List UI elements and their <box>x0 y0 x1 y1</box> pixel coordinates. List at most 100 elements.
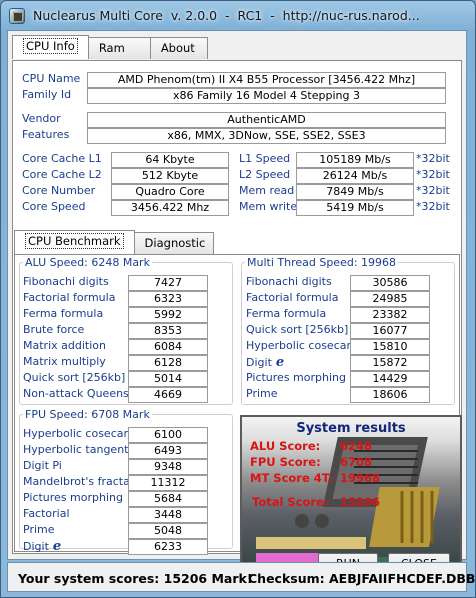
alu-row-label: Quick sort [256kb] <box>23 371 125 384</box>
alu-row-label-text: Factorial formula <box>23 291 116 304</box>
fpu-row-label: Hyperbolic tangent <box>23 443 128 456</box>
features-value: x86, MMX, 3DNow, SSE, SSE2, SSE3 <box>87 128 446 144</box>
l2-speed-label: L2 Speed <box>239 168 291 181</box>
e-constant-icon: e <box>52 539 62 554</box>
fpu-row-label-text: Hyperbolic tangent <box>23 443 129 456</box>
fpu-row-label-text: Factorial <box>23 507 70 520</box>
cpu-name-value: AMD Phenom(tm) II X4 B55 Processor [3456… <box>87 72 446 88</box>
core-cache-l1-value: 64 Kbyte <box>111 152 229 168</box>
core-number-value: Quadro Core <box>111 184 229 200</box>
cpu-name-label: CPU Name <box>22 72 81 85</box>
fpu-row-label: Prime <box>23 523 55 536</box>
fpu-row-label-text: Prime <box>23 523 55 536</box>
mt-row-label: Pictures morphing <box>246 371 346 384</box>
fpu-row-label: Digit e <box>23 539 61 554</box>
tab-ram-info[interactable]: Ram Info <box>87 37 151 75</box>
fpu-row-label: Mandelbrot's fractal <box>23 475 133 488</box>
fpu-row-label: Factorial <box>23 507 70 520</box>
family-id-value: x86 Family 16 Model 4 Stepping 3 <box>87 88 446 104</box>
total-score-value: 15206 <box>340 495 381 509</box>
alu-row-value: 8353 <box>128 323 208 339</box>
fpu-row-label-text: Pictures morphing <box>23 491 123 504</box>
l2-speed-value: 26124 Mb/s <box>296 168 414 184</box>
mt-row-value: 16077 <box>350 323 430 339</box>
alu-row-label: Factorial formula <box>23 291 115 304</box>
fpu-row-value: 9348 <box>128 459 208 475</box>
alu-row-label: Matrix addition <box>23 339 106 352</box>
mem-write-value: 5419 Mb/s <box>296 200 414 216</box>
fpu-row-label-text: Mandelbrot's fractal <box>23 475 133 488</box>
alu-row-label: Brute force <box>23 323 84 336</box>
core-speed-label: Core Speed <box>22 200 86 213</box>
tab-about[interactable]: About <box>149 37 208 59</box>
mem-read-value: 7849 Mb/s <box>296 184 414 200</box>
mt-row-value: 23382 <box>350 307 430 323</box>
mem-write-bit-suffix: *32bit <box>416 200 450 213</box>
title-bar[interactable]: Nuclearus Multi Core v. 2.0.0 - RC1 - ht… <box>1 1 475 31</box>
client-area: CPU Info Ram Info About CPU Name AMD Phe… <box>7 30 467 583</box>
mt-row-value: 18606 <box>350 387 430 403</box>
vendor-label: Vendor <box>22 112 61 125</box>
core-cache-l2-label: Core Cache L2 <box>22 168 102 181</box>
alu-row-label: Ferma formula <box>23 307 103 320</box>
l2-bit-suffix: *32bit <box>416 168 450 181</box>
fpu-row-label: Pictures morphing <box>23 491 123 504</box>
mt-row-label: Quick sort [256kb] <box>246 323 348 336</box>
fpu-score-label: FPU Score: <box>250 455 321 469</box>
bench-tabs: CPU Benchmark Diagnostic <box>14 230 214 254</box>
l1-speed-label: L1 Speed <box>239 152 291 165</box>
fpu-row-value: 5048 <box>128 523 208 539</box>
mt-row-label-text: Quick sort [256kb] <box>246 323 349 336</box>
cpu-app-icon <box>9 8 25 24</box>
mt-score-label: MT Score 4T: <box>250 471 334 485</box>
mt-row-value: 30586 <box>350 275 430 291</box>
tab-cpu-info[interactable]: CPU Info <box>12 35 89 59</box>
e-constant-icon: e <box>275 355 285 370</box>
mt-row-label-text: Fibonachi digits <box>246 275 332 288</box>
alu-row-value: 5992 <box>128 307 208 323</box>
alu-row-label-text: Non-attack Queens <box>23 387 129 400</box>
fpu-row-label: Hyperbolic cosecant <box>23 427 135 440</box>
mt-row-label: Fibonachi digits <box>246 275 332 288</box>
mem-read-label: Mem read <box>239 184 295 197</box>
core-number-label: Core Number <box>22 184 96 197</box>
tab-cpu-benchmark[interactable]: CPU Benchmark <box>14 230 135 254</box>
mem-read-bit-suffix: *32bit <box>416 184 450 197</box>
fpu-row-label-text: Digit Pi <box>23 459 62 472</box>
total-score-label: Total Score: <box>252 495 329 509</box>
window-title: Nuclearus Multi Core v. 2.0.0 - RC1 - ht… <box>33 8 420 23</box>
fpu-row-value: 6493 <box>128 443 208 459</box>
alu-score-label: ALU Score: <box>250 439 321 453</box>
alu-score-value: 6248 <box>340 439 373 453</box>
alu-row-value: 5014 <box>128 371 208 387</box>
alu-title: ALU Speed: 6248 Mark <box>23 256 152 269</box>
alu-row-label: Matrix multiply <box>23 355 106 368</box>
core-cache-l1-label: Core Cache L1 <box>22 152 102 165</box>
mt-row-value: 15810 <box>350 339 430 355</box>
mt-row-label-text: Ferma formula <box>246 307 327 320</box>
family-id-label: Family Id <box>22 88 72 101</box>
l1-bit-suffix: *32bit <box>416 152 450 165</box>
status-bar: Your system scores: 15206 Mark! Checksum… <box>7 562 475 592</box>
fpu-row-label-text: Hyperbolic cosecant <box>23 427 135 440</box>
tab-diagnostic[interactable]: Diagnostic <box>133 232 214 254</box>
fpu-row-value: 11312 <box>128 475 208 491</box>
alu-row-value: 7427 <box>128 275 208 291</box>
core-cache-l2-value: 512 Kbyte <box>111 168 229 184</box>
fpu-row-value: 6233 <box>128 539 208 555</box>
alu-row-value: 6128 <box>128 355 208 371</box>
mt-row-label: Factorial formula <box>246 291 338 304</box>
alu-row-label-text: Matrix multiply <box>23 355 106 368</box>
mt-score-value: 19968 <box>340 471 381 485</box>
vendor-value: AuthenticAMD <box>87 112 446 128</box>
checksum-text: Checksum: AEBJFAIIFHCDEF.DBB <box>248 571 476 586</box>
fpu-title: FPU Speed: 6708 Mark <box>23 408 152 421</box>
alu-row-value: 4669 <box>128 387 208 403</box>
alu-row-label: Fibonachi digits <box>23 275 109 288</box>
mt-row-label: Ferma formula <box>246 307 326 320</box>
alu-row-value: 6084 <box>128 339 208 355</box>
fpu-row-value: 6100 <box>128 427 208 443</box>
alu-row-label-text: Matrix addition <box>23 339 106 352</box>
mt-row-label: Prime <box>246 387 278 400</box>
mem-write-label: Mem write <box>239 200 298 213</box>
